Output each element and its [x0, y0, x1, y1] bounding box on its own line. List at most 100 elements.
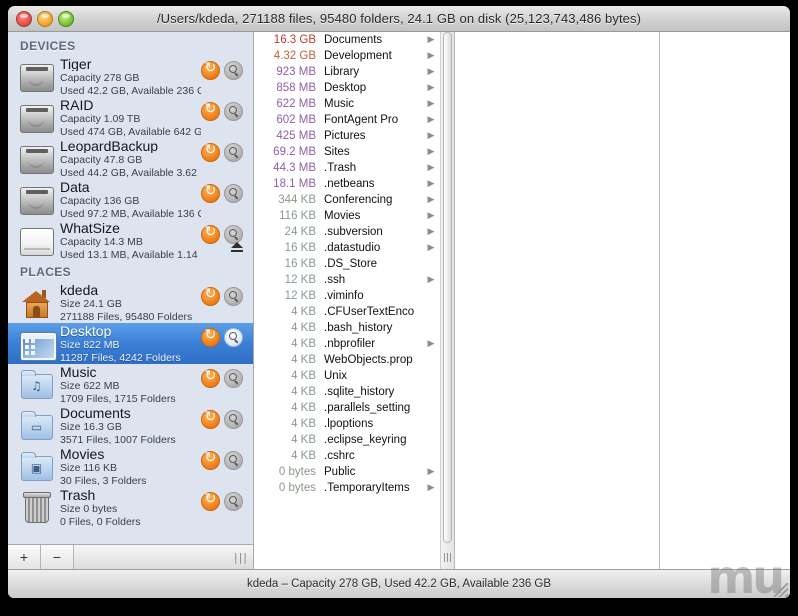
- disclosure-arrow-icon[interactable]: ▶: [424, 211, 438, 221]
- file-row[interactable]: 4 KB.eclipse_keyring▶: [254, 432, 440, 448]
- file-size: 69.2 MB: [273, 146, 316, 158]
- refresh-icon[interactable]: [201, 224, 220, 244]
- disclosure-arrow-icon[interactable]: ▶: [424, 195, 438, 205]
- file-row[interactable]: 4 KB.parallels_setting▶: [254, 400, 440, 416]
- sidebar-item-desktop[interactable]: Desktop Size 822 MB 11287 Files, 4242 Fold…: [8, 323, 253, 364]
- file-row[interactable]: 16.3 GB Documents ▶: [254, 32, 440, 48]
- disclosure-arrow-icon[interactable]: ▶: [424, 163, 438, 173]
- disclosure-arrow-icon[interactable]: ▶: [424, 179, 438, 189]
- search-icon[interactable]: [224, 286, 243, 306]
- file-size: 12 KB: [284, 290, 316, 302]
- scrollbar-thumb[interactable]: [443, 32, 452, 543]
- disclosure-arrow-icon[interactable]: ▶: [424, 467, 438, 477]
- refresh-icon[interactable]: [201, 491, 220, 511]
- browser-column-2[interactable]: [455, 32, 660, 569]
- minimize-button[interactable]: [37, 11, 53, 27]
- file-row[interactable]: 16 KB.DS_Store▶: [254, 256, 440, 272]
- file-row[interactable]: 4.32 GB Development ▶: [254, 48, 440, 64]
- sidebar-item-leopardbackup[interactable]: LeopardBackup Capacity 47.8 GB Used 44.2 G…: [8, 138, 253, 179]
- disclosure-arrow-icon[interactable]: ▶: [424, 83, 438, 93]
- column-resize-grip[interactable]: |||: [443, 553, 452, 563]
- disclosure-arrow-icon[interactable]: ▶: [424, 131, 438, 141]
- sidebar-resize-grip[interactable]: |||: [234, 551, 248, 564]
- sidebar-item-documents[interactable]: ▭ Documents Size 16.3 GB 3571 Files, 1007 F…: [8, 405, 253, 446]
- file-row[interactable]: 12 KB.viminfo▶: [254, 288, 440, 304]
- refresh-icon[interactable]: [201, 101, 220, 121]
- file-row[interactable]: 425 MB Pictures ▶: [254, 128, 440, 144]
- file-row[interactable]: 116 KB Movies ▶: [254, 208, 440, 224]
- refresh-icon[interactable]: [201, 450, 220, 470]
- disclosure-arrow-icon[interactable]: ▶: [424, 99, 438, 109]
- search-icon[interactable]: [224, 491, 243, 511]
- close-button[interactable]: [16, 11, 32, 27]
- file-row[interactable]: 12 KB .ssh ▶: [254, 272, 440, 288]
- file-row[interactable]: 4 KBWebObjects.prop▶: [254, 352, 440, 368]
- file-row[interactable]: 4 KB .nbprofiler ▶: [254, 336, 440, 352]
- refresh-icon[interactable]: [201, 368, 220, 388]
- file-row[interactable]: 344 KB Conferencing ▶: [254, 192, 440, 208]
- sidebar-item-kdeda[interactable]: kdeda Size 24.1 GB 271188 Files, 95480 Fol…: [8, 282, 253, 323]
- title-bar[interactable]: /Users/kdeda, 271188 files, 95480 folder…: [8, 6, 790, 32]
- search-icon[interactable]: [224, 368, 243, 388]
- sidebar-item-trash[interactable]: Trash Size 0 bytes 0 Files, 0 Folders: [8, 487, 253, 528]
- disclosure-arrow-icon[interactable]: ▶: [424, 147, 438, 157]
- refresh-icon[interactable]: [201, 327, 220, 347]
- file-row[interactable]: 24 KB .subversion ▶: [254, 224, 440, 240]
- browser-column-1[interactable]: 16.3 GB Documents ▶ 4.32 GB Development ▶ 923 …: [254, 32, 440, 569]
- file-row[interactable]: 602 MB FontAgent Pro ▶: [254, 112, 440, 128]
- disclosure-arrow-icon[interactable]: ▶: [424, 483, 438, 493]
- file-row[interactable]: 923 MB Library ▶: [254, 64, 440, 80]
- search-icon[interactable]: [224, 450, 243, 470]
- file-name: .ssh: [324, 274, 346, 286]
- refresh-icon[interactable]: [201, 183, 220, 203]
- zoom-button[interactable]: [58, 11, 74, 27]
- search-icon[interactable]: [224, 60, 243, 80]
- browser-column-3[interactable]: [660, 32, 790, 569]
- remove-item-button[interactable]: −: [41, 545, 74, 569]
- file-row[interactable]: 4 KB.sqlite_history▶: [254, 384, 440, 400]
- disclosure-arrow-icon[interactable]: ▶: [424, 275, 438, 285]
- refresh-icon[interactable]: [201, 286, 220, 306]
- add-item-button[interactable]: +: [8, 545, 41, 569]
- disclosure-arrow-icon[interactable]: ▶: [424, 35, 438, 45]
- search-icon[interactable]: [224, 183, 243, 203]
- file-row[interactable]: 69.2 MB Sites ▶: [254, 144, 440, 160]
- file-row[interactable]: 622 MB Music ▶: [254, 96, 440, 112]
- refresh-icon[interactable]: [201, 142, 220, 162]
- disclosure-arrow-icon[interactable]: ▶: [424, 67, 438, 77]
- file-row[interactable]: 0 bytes Public ▶: [254, 464, 440, 480]
- window-body: DEVICES Tiger Capacity 278 GB Used 42.2 GB…: [8, 32, 790, 569]
- search-icon[interactable]: [224, 142, 243, 162]
- file-row[interactable]: 4 KB.cshrc▶: [254, 448, 440, 464]
- refresh-icon[interactable]: [201, 409, 220, 429]
- file-row[interactable]: 16 KB .datastudio ▶: [254, 240, 440, 256]
- disclosure-arrow-icon[interactable]: ▶: [424, 243, 438, 253]
- disclosure-arrow-icon[interactable]: ▶: [424, 227, 438, 237]
- file-row[interactable]: 0 bytes .TemporaryItems ▶: [254, 480, 440, 496]
- search-icon[interactable]: [224, 327, 243, 347]
- sidebar-item-music[interactable]: ♫ Music Size 622 MB 1709 Files, 1715 Folder…: [8, 364, 253, 405]
- disclosure-arrow-icon[interactable]: ▶: [424, 51, 438, 61]
- search-icon[interactable]: [224, 409, 243, 429]
- file-row[interactable]: 4 KB.CFUserTextEnco▶: [254, 304, 440, 320]
- disclosure-arrow-icon[interactable]: ▶: [424, 339, 438, 349]
- file-row[interactable]: 858 MB Desktop ▶: [254, 80, 440, 96]
- file-size: 0 bytes: [278, 482, 316, 494]
- sidebar-item-tiger[interactable]: Tiger Capacity 278 GB Used 42.2 GB, Availa…: [8, 56, 253, 97]
- sidebar-item-movies[interactable]: ▣ Movies Size 116 KB 30 Files, 3 Folders: [8, 446, 253, 487]
- file-row[interactable]: 18.1 MB .netbeans ▶: [254, 176, 440, 192]
- file-row[interactable]: 4 KB.lpoptions▶: [254, 416, 440, 432]
- refresh-icon[interactable]: [201, 60, 220, 80]
- sidebar-item-data[interactable]: Data Capacity 136 GB Used 97.2 MB, Availab…: [8, 179, 253, 220]
- column-1-scrollbar[interactable]: |||: [440, 32, 455, 569]
- file-row[interactable]: 4 KBUnix▶: [254, 368, 440, 384]
- sidebar-item-whatsize[interactable]: WhatSize Capacity 14.3 MB Used 13.1 MB, Av…: [8, 220, 253, 261]
- eject-icon[interactable]: [231, 241, 243, 253]
- sidebar-item-raid[interactable]: RAID Capacity 1.09 TB Used 474 GB, Availab…: [8, 97, 253, 138]
- sidebar-item-actions: [201, 408, 247, 444]
- search-icon[interactable]: [224, 101, 243, 121]
- window-resize-grip[interactable]: [774, 583, 788, 597]
- disclosure-arrow-icon[interactable]: ▶: [424, 115, 438, 125]
- file-row[interactable]: 44.3 MB .Trash ▶: [254, 160, 440, 176]
- file-row[interactable]: 4 KB.bash_history▶: [254, 320, 440, 336]
